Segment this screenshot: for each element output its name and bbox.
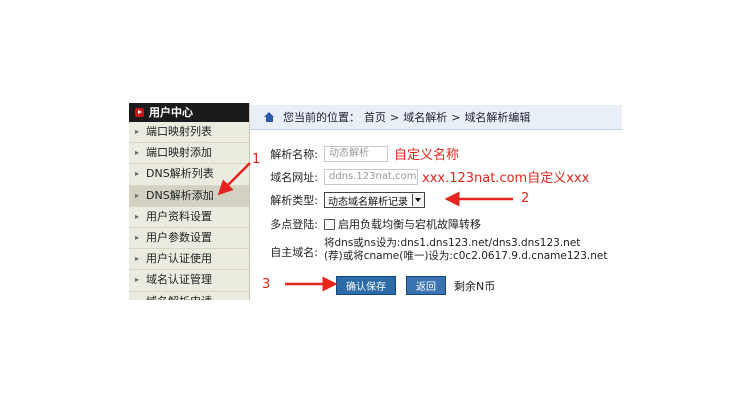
- breadcrumb-level1-link[interactable]: 域名解析: [403, 109, 447, 125]
- back-button[interactable]: 返回: [406, 276, 446, 295]
- breadcrumb-prefix: 您当前的位置：: [283, 111, 360, 124]
- type-label: 解析类型:: [270, 194, 318, 207]
- sidebar: 用户中心 ▸ 端口映射列表 ▸ 端口映射添加 ▸ DNS解析列表 ▸ DNS解析添加 ▸…: [129, 103, 250, 300]
- home-icon: [264, 112, 275, 122]
- bullet-arrow-icon: ▸: [135, 148, 140, 158]
- bullet-arrow-icon: ▸: [135, 169, 140, 179]
- breadcrumb-separator: >: [451, 110, 461, 124]
- name-label: 解析名称:: [270, 147, 318, 161]
- row-domain: 域名网址: ddns.123nat.com xxx.123nat.com自定义x…: [250, 167, 622, 186]
- domain-annotation: xxx.123nat.com自定义xxx: [422, 171, 590, 186]
- sidebar-item-port-mapping-add[interactable]: ▸ 端口映射添加: [129, 143, 249, 165]
- annotation-number-3: 3: [262, 277, 271, 292]
- load-balance-text: 启用负载均衡与宕机故障转移: [338, 218, 481, 231]
- annotation-number-2: 2: [521, 191, 530, 206]
- custom-line1: 将dns或ns设为:dns1.dns123.net/dns3.dns123.ne…: [324, 237, 581, 249]
- domain-input[interactable]: ddns.123nat.com: [324, 168, 418, 185]
- row-actions: 确认保存 返回 剩余N币: [250, 276, 622, 295]
- row-type: 解析类型: 动态域名解析记录: [250, 192, 622, 208]
- main-content: 您当前的位置： 首页 > 域名解析 > 域名解析编辑 解析名称: 动态解析 自定…: [250, 103, 622, 300]
- type-select[interactable]: 动态域名解析记录: [324, 192, 425, 208]
- breadcrumb-separator: >: [390, 110, 400, 124]
- custom-line2: (荐)或将cname(唯一)设为:c0c2.0617.9.d.cname123.…: [324, 250, 608, 262]
- sidebar-item-user-profile[interactable]: ▸ 用户资料设置: [129, 207, 249, 228]
- sidebar-title: 用户中心: [149, 106, 193, 119]
- multi-label: 多点登陆:: [270, 218, 318, 231]
- bullet-arrow-icon: ▸: [135, 292, 139, 300]
- name-annotation: 自定义名称: [394, 148, 460, 163]
- breadcrumb: 您当前的位置： 首页 > 域名解析 > 域名解析编辑: [250, 105, 622, 130]
- sidebar-item-dns-add[interactable]: ▸ DNS解析添加: [129, 185, 249, 207]
- load-balance-checkbox[interactable]: [324, 218, 335, 230]
- bullet-arrow-icon: ▸: [135, 275, 140, 285]
- row-custom: 自主域名: 将dns或ns设为:dns1.dns123.net/dns3.dns…: [250, 237, 622, 263]
- annotation-number-1: 1: [252, 152, 261, 167]
- sidebar-item-dns-list[interactable]: ▸ DNS解析列表: [129, 164, 249, 186]
- bullet-arrow-icon: ▸: [135, 254, 140, 264]
- save-button[interactable]: 确认保存: [336, 276, 396, 295]
- sidebar-item-domain-apply[interactable]: ▸域名解析申请: [129, 292, 249, 300]
- name-input[interactable]: 动态解析: [324, 145, 388, 162]
- screenshot-frame: 用户中心 ▸ 端口映射列表 ▸ 端口映射添加 ▸ DNS解析列表 ▸ DNS解析添加 ▸…: [129, 103, 622, 300]
- breadcrumb-home-link[interactable]: 首页: [364, 109, 386, 125]
- bullet-arrow-icon: ▸: [135, 190, 140, 200]
- remaining-coins-text: 剩余N币: [454, 279, 496, 293]
- sidebar-item-user-params[interactable]: ▸ 用户参数设置: [129, 228, 249, 250]
- domain-label: 域名网址:: [270, 170, 318, 184]
- bullet-arrow-icon: ▸: [135, 211, 140, 221]
- custom-domain-info: 将dns或ns设为:dns1.dns123.net/dns3.dns123.ne…: [324, 237, 607, 263]
- sidebar-item-user-auth[interactable]: ▸ 用户认证使用: [129, 249, 249, 271]
- sidebar-header: 用户中心: [129, 103, 249, 122]
- custom-label: 自主域名:: [270, 246, 318, 259]
- row-name: 解析名称: 动态解析 自定义名称: [250, 144, 622, 163]
- bullet-arrow-icon: ▸: [135, 233, 140, 243]
- play-icon: [135, 108, 144, 117]
- sidebar-item-port-mapping-list[interactable]: ▸ 端口映射列表: [129, 122, 249, 144]
- bullet-arrow-icon: ▸: [135, 127, 140, 137]
- row-multi: 多点登陆: 启用负载均衡与宕机故障转移: [250, 216, 622, 232]
- breadcrumb-current: 域名解析编辑: [464, 111, 531, 124]
- sidebar-item-domain-auth[interactable]: ▸ 域名认证管理: [129, 270, 249, 292]
- chevron-down-icon: [412, 194, 424, 206]
- type-select-value: 动态域名解析记录: [328, 196, 408, 208]
